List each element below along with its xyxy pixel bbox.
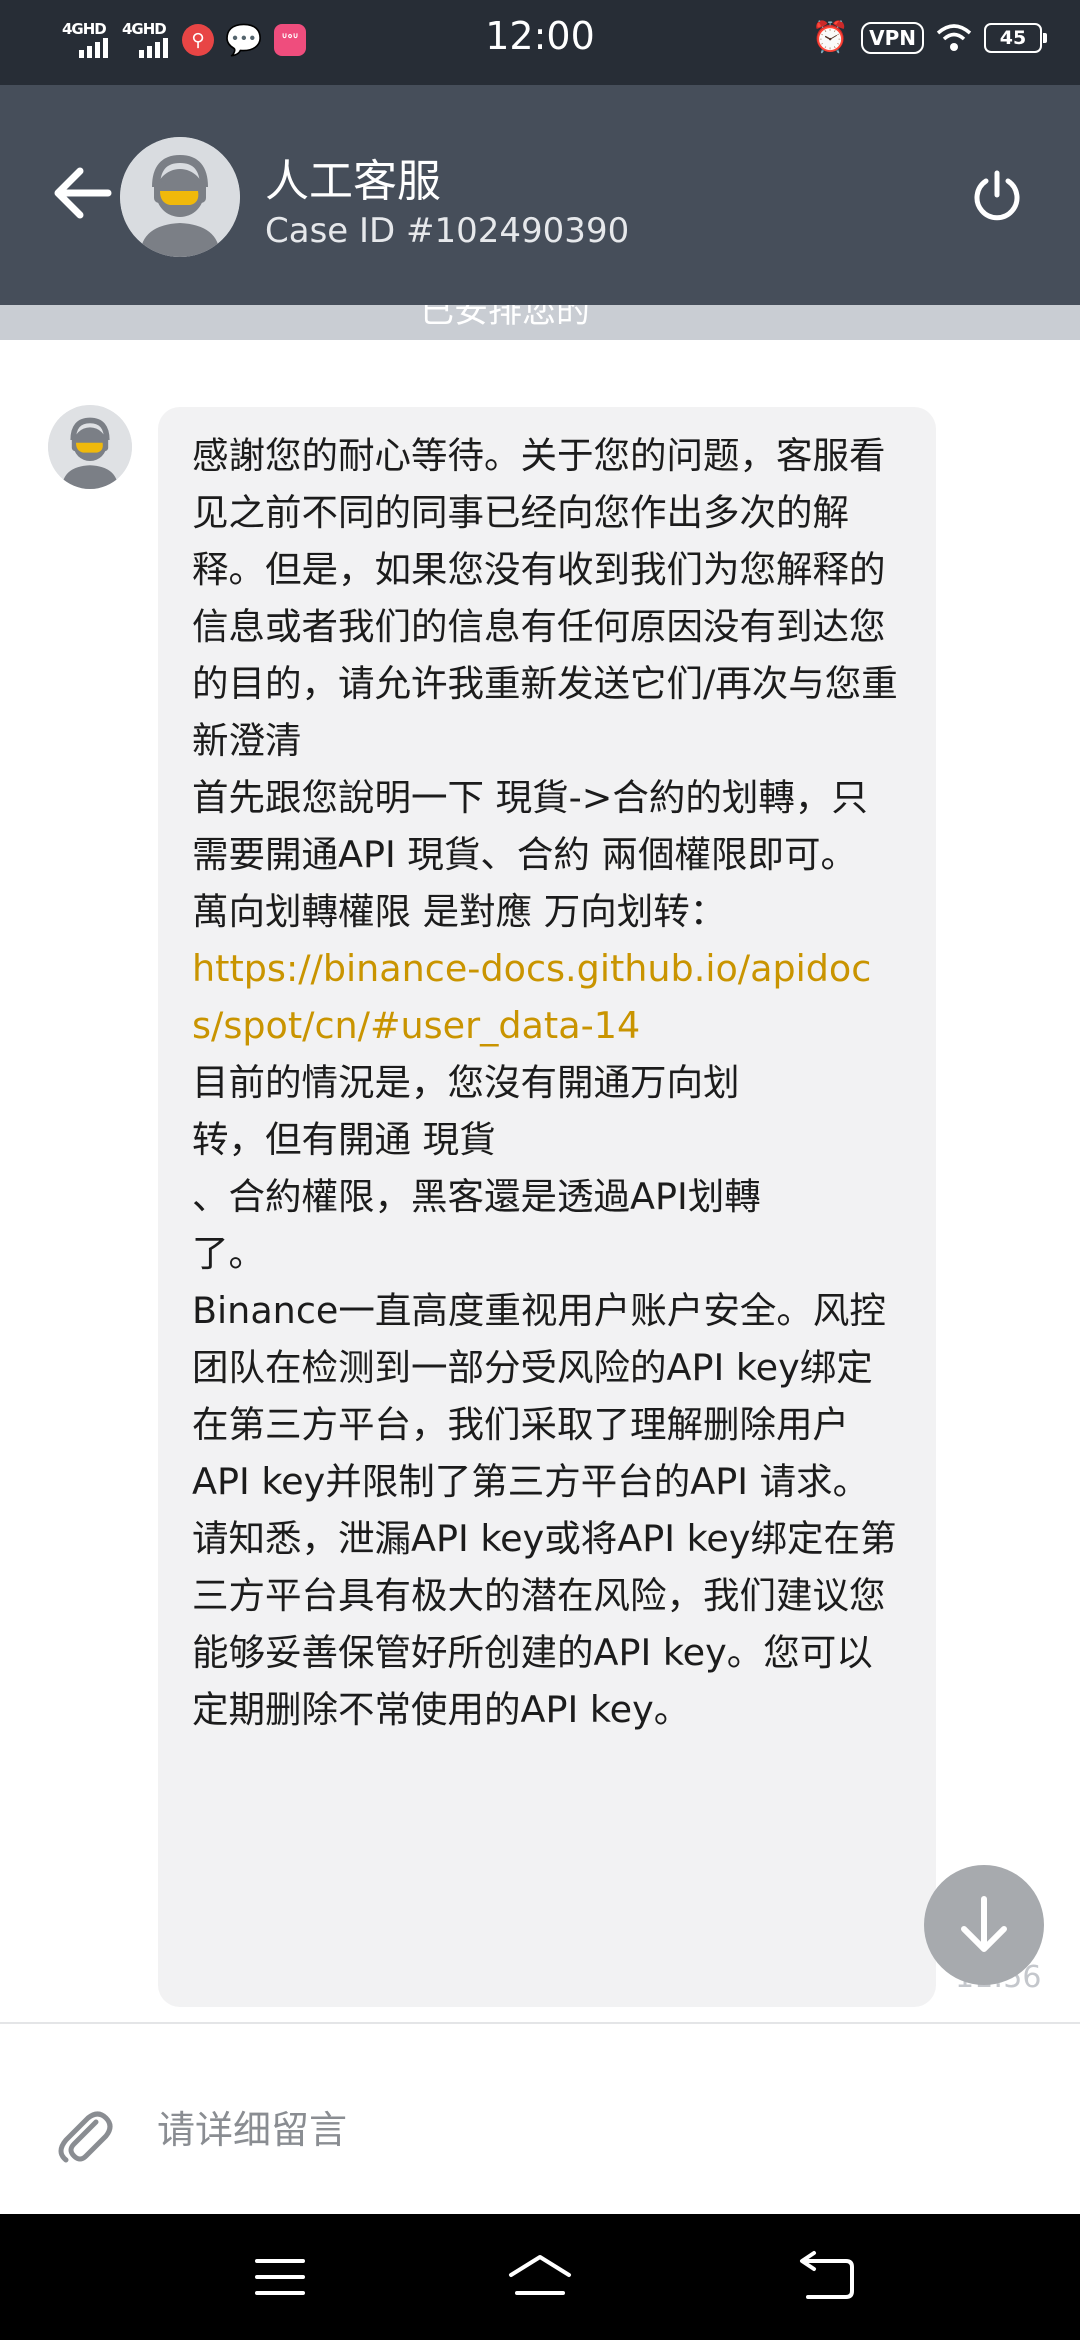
alarm-icon: ⏰ [811, 20, 850, 55]
power-icon [974, 170, 1020, 221]
message-paragraph: 首先跟您說明一下 現貨->合約的划轉，只需要開通API 現貨、合約 兩個權限即可… [192, 776, 868, 876]
system-notice-strip: 已安排您的 [0, 305, 1080, 340]
home-icon [509, 2255, 571, 2295]
chat-title: 人工客服 [265, 156, 441, 207]
message-paragraph: Binance一直高度重视用户账户安全。风控团队在检测到一部分受风险的API k… [192, 1289, 897, 1731]
message-paragraph: 感謝您的耐心等待。关于您的问题，客服看见之前不同的同事已经向您作出多次的解释。但… [192, 434, 898, 762]
back-nav-icon [800, 2251, 854, 2299]
agent-avatar-header [120, 137, 240, 257]
input-bar [0, 2022, 1080, 2214]
paperclip-icon [58, 2111, 113, 2163]
system-notice-text: 已安排您的 [420, 305, 590, 331]
battery-icon: 45 [984, 23, 1047, 53]
agent-message-bubble: 感謝您的耐心等待。关于您的问题，客服看见之前不同的同事已经向您作出多次的解释。但… [158, 407, 936, 2007]
chat-area[interactable]: 感謝您的耐心等待。关于您的问题，客服看见之前不同的同事已经向您作出多次的解释。但… [0, 340, 1080, 2020]
message-paragraph: 萬向划轉權限 是對應 万向划转： [192, 890, 727, 933]
status-right: ⏰ VPN 45 [811, 20, 1047, 55]
agent-avatar [48, 405, 132, 489]
vpn-badge: VPN [861, 22, 924, 54]
recent-apps-button[interactable] [245, 2247, 315, 2307]
back-nav-button[interactable] [790, 2247, 860, 2307]
agent-headset-icon [120, 137, 240, 257]
message-input[interactable] [155, 2094, 1015, 2166]
attach-button[interactable] [52, 2104, 116, 2168]
scroll-to-bottom-button[interactable] [924, 1865, 1044, 1985]
arrow-down-icon [961, 1896, 1007, 1952]
api-docs-link[interactable]: https://binance-docs.github.io/apidocs/s… [192, 940, 902, 1054]
message-paragraph: 目前的情況是，您沒有開通万向划 转，但有開通 現貨 、合約權限，黑客還是透過AP… [192, 1061, 761, 1275]
chat-header: 人工客服 Case ID #102490390 [0, 85, 1080, 305]
agent-headset-icon [48, 405, 132, 489]
menu-icon [255, 2259, 305, 2295]
back-arrow-icon [54, 167, 112, 219]
case-id: Case ID #102490390 [265, 211, 630, 251]
status-bar: 4GHD 4GHD ⚲ 💬 ᐡᐤᐡ 12:00 ⏰ VPN 45 [0, 0, 1080, 85]
end-chat-button[interactable] [970, 169, 1024, 223]
back-button[interactable] [52, 165, 112, 221]
home-button[interactable] [505, 2247, 575, 2307]
system-nav-bar [0, 2214, 1080, 2340]
wifi-icon [936, 24, 972, 51]
